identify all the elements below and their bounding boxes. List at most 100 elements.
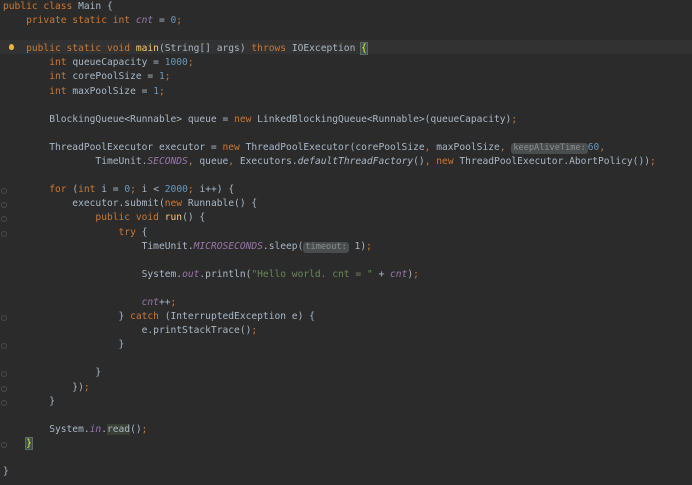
- code-token: ThreadPoolExecutor executor =: [3, 141, 223, 153]
- code-token: .sleep(: [262, 240, 304, 252]
- code-token: ;: [251, 325, 258, 337]
- code-line[interactable]: [3, 451, 692, 465]
- code-token: TimeUnit.: [3, 156, 148, 168]
- code-line[interactable]: [3, 169, 692, 183]
- code-line[interactable]: [3, 409, 692, 423]
- code-token: SECONDS: [147, 156, 188, 168]
- code-line[interactable]: BlockingQueue<Runnable> queue = new Link…: [3, 113, 692, 127]
- code-token: LinkedBlockingQueue<Runnable>(queueCapac…: [257, 113, 512, 125]
- code-line[interactable]: }: [3, 465, 692, 479]
- code-token: public class: [3, 1, 79, 12]
- code-token: ThreadPoolExecutor.AbortPolicy()): [459, 156, 650, 168]
- code-token: 60: [587, 141, 600, 153]
- code-line[interactable]: } catch (InterruptedException e) {: [1, 310, 692, 324]
- code-token: 2000: [164, 184, 188, 196]
- code-token: ;: [366, 240, 372, 252]
- code-token: try: [3, 226, 142, 238]
- code-line[interactable]: System.out.println("Hello world. cnt = "…: [3, 268, 692, 282]
- code-line[interactable]: private static int cnt = 0;: [3, 14, 692, 28]
- code-line[interactable]: [3, 127, 692, 141]
- code-line[interactable]: }: [1, 395, 692, 409]
- code-area[interactable]: public class Main { private static int c…: [1, 0, 692, 479]
- code-line[interactable]: [3, 352, 692, 366]
- code-line[interactable]: ThreadPoolExecutor executor = new Thread…: [3, 141, 692, 155]
- code-line[interactable]: int maxPoolSize = 1;: [3, 85, 692, 99]
- code-token: main: [135, 43, 159, 55]
- code-token: ;: [170, 296, 177, 308]
- code-line[interactable]: try {: [1, 226, 692, 240]
- code-token: new: [234, 113, 258, 125]
- code-token: ;: [650, 156, 656, 168]
- code-token: out: [182, 268, 200, 280]
- code-line[interactable]: public class Main {: [3, 0, 692, 14]
- code-token: int: [3, 85, 73, 97]
- code-token: int: [3, 57, 73, 69]
- code-line[interactable]: [3, 254, 692, 268]
- fold-marker-icon[interactable]: [1, 385, 7, 392]
- code-line[interactable]: public void run() {: [1, 211, 692, 225]
- code-line[interactable]: [3, 28, 692, 42]
- code-line[interactable]: System.in.read();: [3, 423, 692, 437]
- code-editor[interactable]: public class Main { private static int c…: [0, 0, 692, 485]
- code-token: {: [360, 42, 368, 56]
- code-line[interactable]: cnt++;: [3, 296, 692, 310]
- code-token: +: [378, 268, 391, 280]
- code-line[interactable]: public static void main(String[] args) t…: [3, 42, 692, 56]
- code-line[interactable]: }: [1, 338, 692, 352]
- code-token: System.: [3, 268, 183, 280]
- code-token: run: [164, 212, 183, 224]
- code-line[interactable]: [3, 99, 692, 113]
- code-line[interactable]: });: [1, 381, 692, 395]
- code-line[interactable]: int corePoolSize = 1;: [3, 70, 692, 84]
- code-token: new: [436, 156, 460, 168]
- code-token: ,: [424, 156, 437, 168]
- code-token: () {: [182, 212, 206, 224]
- code-token: BlockingQueue<Runnable> queue =: [3, 113, 235, 125]
- code-token: ,: [599, 141, 606, 153]
- code-token: IOException: [291, 43, 362, 55]
- code-token: "Hello world. cnt = ": [251, 268, 379, 280]
- code-line[interactable]: executor.submit(new Runnable() {: [1, 197, 692, 211]
- fold-marker-icon[interactable]: [1, 230, 7, 237]
- code-line[interactable]: }: [1, 366, 692, 380]
- code-token: int: [3, 71, 73, 83]
- code-token: cnt: [141, 296, 159, 308]
- fold-marker-icon[interactable]: [1, 441, 7, 448]
- code-token: int: [78, 184, 102, 196]
- fold-marker-icon[interactable]: [1, 399, 7, 406]
- code-token: defaultThreadFactory: [297, 156, 414, 168]
- code-token: i++) {: [199, 184, 235, 196]
- code-token: cnt: [390, 268, 408, 280]
- code-line[interactable]: int queueCapacity = 1000;: [3, 56, 692, 70]
- parameter-hint: keepAliveTime:: [511, 142, 588, 154]
- code-token: ThreadPoolExecutor(corePoolSize: [245, 141, 425, 153]
- code-line[interactable]: }: [1, 436, 692, 451]
- code-token: (InterruptedException e) {: [164, 311, 315, 323]
- code-token: }: [25, 436, 33, 450]
- code-token: 1000: [164, 57, 188, 69]
- code-token: .println(: [199, 268, 252, 280]
- code-line[interactable]: TimeUnit.SECONDS, queue, Executors.defau…: [3, 155, 692, 169]
- code-token: ;: [158, 85, 165, 97]
- code-line[interactable]: [3, 282, 692, 296]
- code-line[interactable]: for (int i = 0; i < 2000; i++) {: [1, 183, 692, 197]
- code-token: (String[] args): [158, 43, 252, 55]
- code-token: }: [3, 339, 125, 351]
- code-token: Runnable() {: [187, 198, 258, 210]
- code-token: ;: [83, 381, 90, 393]
- code-token: i <: [141, 184, 165, 196]
- code-token: (): [130, 423, 142, 435]
- code-token: }: [3, 395, 55, 407]
- code-line[interactable]: TimeUnit.MICROSECONDS.sleep(timeout: 1);: [3, 240, 692, 254]
- code-token: maxPoolSize: [436, 141, 500, 153]
- code-token: ,: [228, 156, 240, 168]
- code-token: e.printStackTrace(): [3, 325, 252, 337]
- code-token: ;: [164, 71, 171, 83]
- code-token: Executors.: [239, 156, 298, 168]
- code-token: ,: [499, 141, 512, 153]
- code-token: public static void: [3, 43, 136, 55]
- code-token: ;: [176, 15, 183, 27]
- code-line[interactable]: e.printStackTrace();: [3, 324, 692, 338]
- code-token: }: [3, 311, 131, 323]
